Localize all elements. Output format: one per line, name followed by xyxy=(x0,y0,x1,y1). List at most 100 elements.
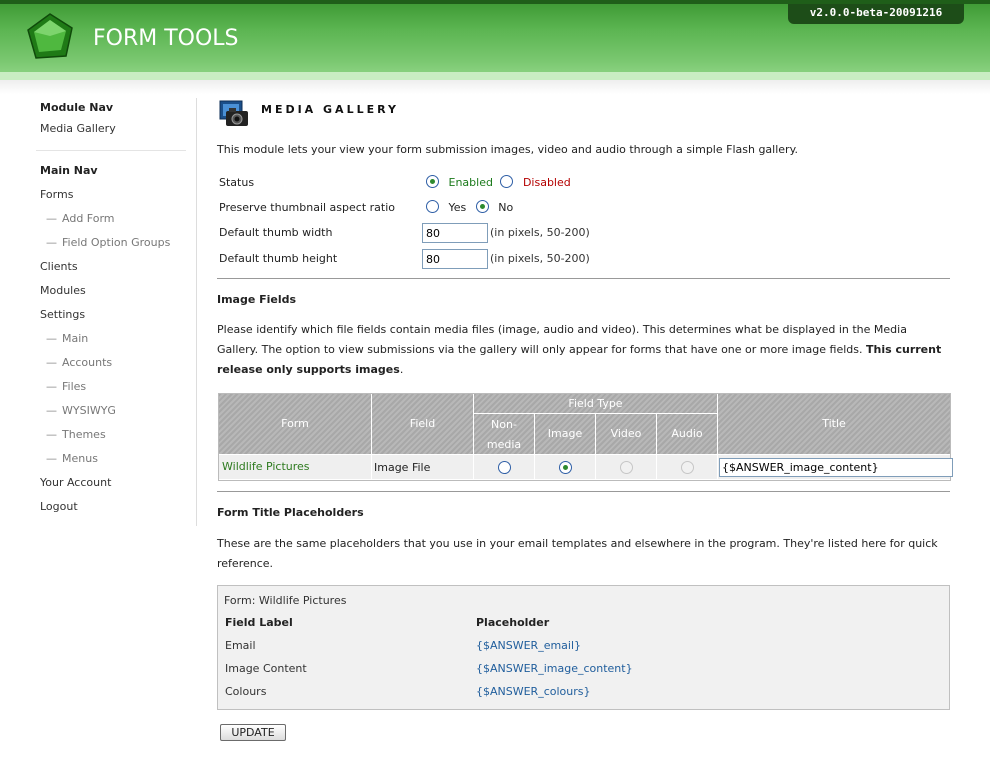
col-non-media-line2: media xyxy=(486,438,522,451)
status-label: Status xyxy=(219,176,255,189)
preserve-no-radio[interactable] xyxy=(475,200,489,213)
preserve-no-label: No xyxy=(498,201,514,214)
sidebar-item-label: Field Option Groups xyxy=(62,236,171,249)
non-media-radio[interactable] xyxy=(497,461,511,474)
divider-1 xyxy=(217,278,950,279)
sidebar-item-label: Accounts xyxy=(62,356,113,369)
thumb-width-input[interactable] xyxy=(422,223,488,243)
sidebar-border xyxy=(196,98,197,526)
app-title: FORM TOOLS xyxy=(93,26,239,51)
col-non-media-header: Non- media xyxy=(474,414,535,454)
sidebar-item-wysiwyg[interactable]: — WYSIWYG xyxy=(46,399,196,423)
sidebar-item-label: Your Account xyxy=(40,476,112,489)
table-row: Wildlife Pictures xyxy=(219,455,372,479)
row-title-cell xyxy=(718,455,953,479)
col-image-header: Image xyxy=(535,414,596,454)
sidebar-item-clients[interactable]: Clients xyxy=(40,255,196,279)
version-badge: v2.0.0-beta-20091216 xyxy=(788,4,964,24)
sidebar-item-field-option-groups[interactable]: — Field Option Groups xyxy=(46,231,196,255)
sidebar-item-files[interactable]: — Files xyxy=(46,375,196,399)
row-title-input[interactable] xyxy=(719,458,953,477)
placeholders-form-line: Form: Wildlife Pictures xyxy=(224,594,347,607)
sub-item-dash: — xyxy=(46,380,57,393)
preserve-aspect-label: Preserve thumbnail aspect ratio xyxy=(219,201,395,214)
sidebar-item-label: Files xyxy=(62,380,87,393)
video-radio xyxy=(619,461,633,474)
row-video-cell xyxy=(596,455,657,479)
status-disabled-label: Disabled xyxy=(522,176,571,189)
sidebar-item-accounts[interactable]: — Accounts xyxy=(46,351,196,375)
placeholders-heading: Form Title Placeholders xyxy=(217,506,364,519)
placeholder-label-colours: Colours xyxy=(225,685,267,698)
status-enabled-label: Enabled xyxy=(448,176,493,189)
sub-item-dash: — xyxy=(46,452,57,465)
sidebar-divider xyxy=(36,150,186,151)
thumb-height-input[interactable] xyxy=(422,249,488,269)
placeholder-value-colours: {$ANSWER_colours} xyxy=(476,685,591,698)
sidebar-item-menus[interactable]: — Menus xyxy=(46,447,196,471)
thumb-width-label: Default thumb width xyxy=(219,226,333,239)
row-field-name: Image File xyxy=(374,461,431,474)
image-fields-description-end: . xyxy=(399,363,404,376)
sidebar: Module Nav Media Gallery Main Nav Forms —… xyxy=(36,98,196,519)
app-header: FORM TOOLS v2.0.0-beta-20091216 xyxy=(0,0,990,80)
placeholders-description: These are the same placeholders that you… xyxy=(217,537,938,570)
sidebar-item-media-gallery[interactable]: Media Gallery xyxy=(40,118,196,140)
col-non-media-line1: Non- xyxy=(491,418,517,431)
sidebar-item-main[interactable]: — Main xyxy=(46,327,196,351)
sidebar-item-settings[interactable]: Settings xyxy=(40,303,196,327)
main-nav-list: Forms — Add Form — Field Option Groups Client… xyxy=(36,183,196,519)
placeholder-value-image-content: {$ANSWER_image_content} xyxy=(476,662,633,675)
thumb-width-hint: (in pixels, 50-200) xyxy=(490,226,590,239)
row-audio-cell xyxy=(657,455,718,479)
sidebar-item-label: Main xyxy=(62,332,89,345)
image-fields-heading: Image Fields xyxy=(217,293,297,306)
camera-gallery-icon xyxy=(219,100,248,126)
module-nav-heading: Module Nav xyxy=(40,101,114,114)
col-field-header: Field xyxy=(372,394,474,454)
sidebar-item-label: Modules xyxy=(40,284,86,297)
sidebar-item-label: WYSIWYG xyxy=(62,404,116,417)
update-button[interactable]: UPDATE xyxy=(220,724,286,741)
placeholders-box: Form: Wildlife Pictures Field Label Plac… xyxy=(217,585,950,710)
sidebar-item-themes[interactable]: — Themes xyxy=(46,423,196,447)
preserve-yes-label: Yes xyxy=(448,201,467,214)
status-enabled-radio[interactable] xyxy=(426,175,439,188)
sidebar-item-forms[interactable]: Forms xyxy=(40,183,196,207)
header-shadow xyxy=(0,80,990,94)
image-fields-description: Please identify which file fields contai… xyxy=(217,320,947,380)
sub-item-dash: — xyxy=(46,404,57,417)
col-audio-header: Audio xyxy=(657,414,718,454)
sub-item-dash: — xyxy=(46,332,57,345)
sidebar-item-logout[interactable]: Logout xyxy=(40,495,196,519)
image-fields-description-text: Please identify which file fields contai… xyxy=(217,323,907,356)
sidebar-item-modules[interactable]: Modules xyxy=(40,279,196,303)
sidebar-item-label: Add Form xyxy=(62,212,115,225)
image-radio[interactable] xyxy=(558,461,572,474)
preserve-aspect-options: Yes No xyxy=(426,200,513,214)
row-form-link[interactable]: Wildlife Pictures xyxy=(222,460,310,473)
audio-radio xyxy=(680,461,694,474)
sidebar-item-label: Logout xyxy=(40,500,78,513)
sub-item-dash: — xyxy=(46,428,57,441)
placeholder-label-image-content: Image Content xyxy=(225,662,307,675)
row-image-cell xyxy=(535,455,596,479)
sidebar-item-label: Forms xyxy=(40,188,74,201)
col-form-header: Form xyxy=(219,394,372,454)
sidebar-item-your-account[interactable]: Your Account xyxy=(40,471,196,495)
sub-item-dash: — xyxy=(46,212,57,225)
image-fields-table: Form Field Field Type Non- media Image V… xyxy=(218,393,953,481)
status-disabled-radio[interactable] xyxy=(500,175,514,188)
preserve-yes-radio[interactable] xyxy=(426,200,439,213)
placeholders-col-label: Field Label xyxy=(225,616,293,629)
sidebar-item-label: Clients xyxy=(40,260,78,273)
col-field-type-header: Field Type xyxy=(474,394,718,414)
form-tools-logo-icon xyxy=(27,13,73,59)
sidebar-item-label: Menus xyxy=(62,452,98,465)
col-title-header: Title xyxy=(718,394,950,454)
row-field-cell: Image File xyxy=(372,455,474,479)
sidebar-item-add-form[interactable]: — Add Form xyxy=(46,207,196,231)
status-options: Enabled Disabled xyxy=(426,175,571,189)
sidebar-item-label: Settings xyxy=(40,308,86,321)
page-title: MEDIA GALLERY xyxy=(261,103,399,116)
